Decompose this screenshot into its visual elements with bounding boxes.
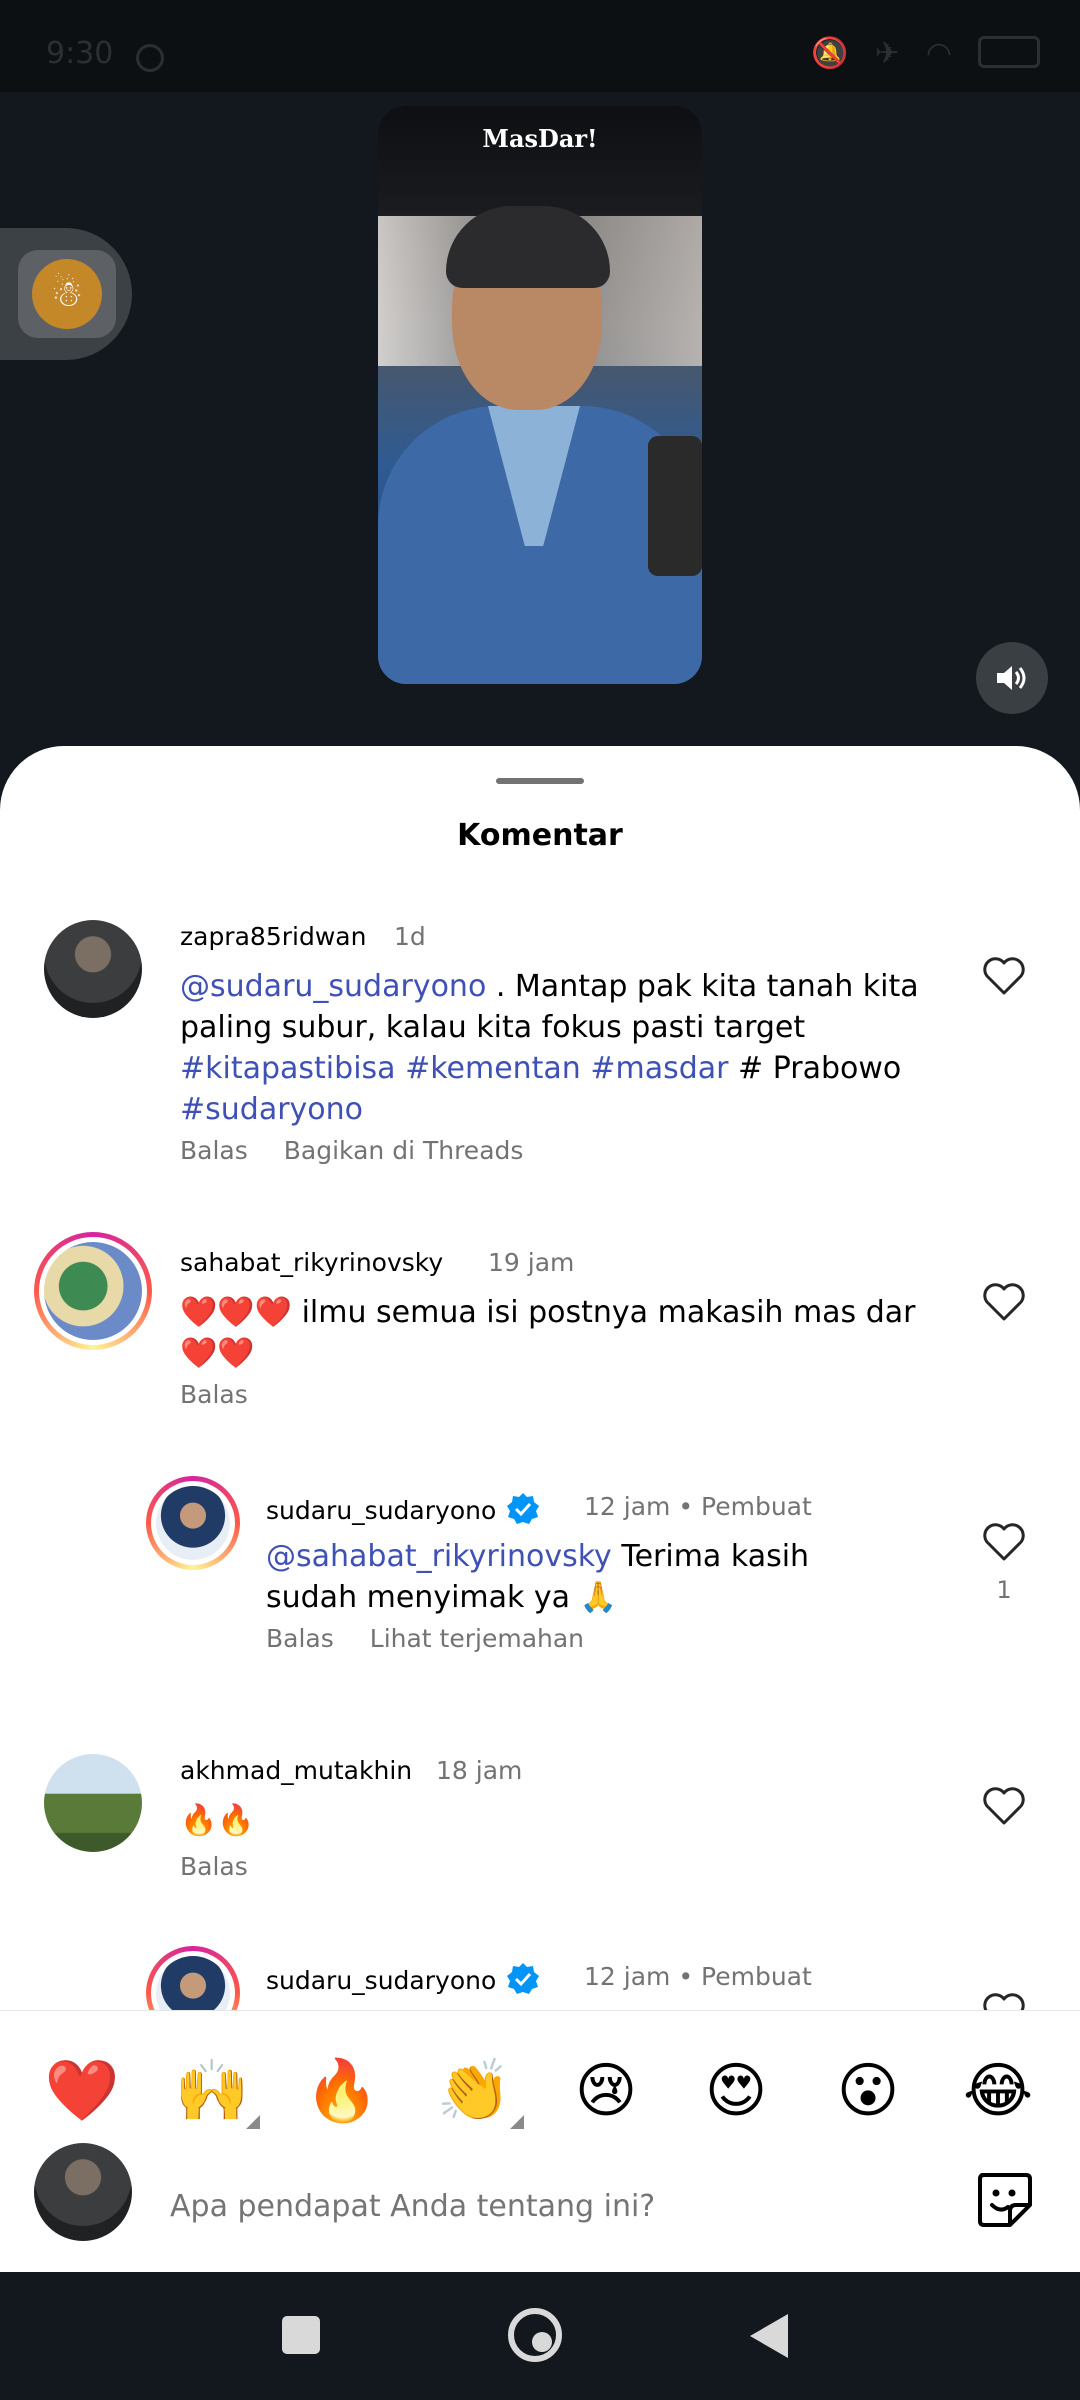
verified-badge-icon xyxy=(507,1963,540,1994)
like-count: 1 xyxy=(996,1576,1012,1604)
comment-text: ❤️❤️❤️ ilmu semua isi postnya makasih ma… xyxy=(180,1295,916,1371)
home-button[interactable] xyxy=(508,2308,562,2362)
status-bar: 9:30 🔕 ✈ ◠ xyxy=(0,0,1080,92)
emoji-raised-hands[interactable]: 🙌 xyxy=(172,2051,252,2131)
heart-icon[interactable] xyxy=(982,956,1026,996)
hashtag-links[interactable]: #kitapastibisa #kementan #masdar xyxy=(180,1051,729,1086)
comment-input[interactable] xyxy=(170,2177,930,2237)
comment-time: 1d xyxy=(394,922,426,951)
recents-button[interactable] xyxy=(282,2316,320,2354)
heart-icon[interactable] xyxy=(982,1786,1026,1826)
comment-actions: Balas Bagikan di Threads xyxy=(180,1136,559,1165)
avatar[interactable] xyxy=(44,1754,142,1852)
comment-actions: Balas Lihat terjemahan xyxy=(266,1624,620,1653)
heart-icon[interactable] xyxy=(982,1282,1026,1322)
emoji-surprised[interactable]: 😮 xyxy=(828,2051,908,2131)
comment-username[interactable]: zapra85ridwan xyxy=(180,922,366,951)
volume-button[interactable] xyxy=(976,642,1048,714)
verified-badge-icon xyxy=(507,1493,540,1524)
emoji-crying[interactable]: 😢 xyxy=(566,2051,646,2131)
video-logo: MasDar! xyxy=(482,124,598,153)
skin-tone-indicator xyxy=(510,2115,524,2129)
notification-icon xyxy=(136,44,164,72)
share-threads-button[interactable]: Bagikan di Threads xyxy=(284,1136,524,1165)
avatar[interactable] xyxy=(34,1232,152,1350)
status-time: 9:30 xyxy=(46,36,114,71)
comment-time: 18 jam xyxy=(436,1756,523,1785)
accessibility-bubble[interactable]: ☃ xyxy=(0,228,132,360)
comment-text: 🔥🔥 xyxy=(180,1803,255,1838)
mention-link[interactable]: @sudaru_sudaryono xyxy=(180,969,486,1004)
speaker-icon xyxy=(997,666,1026,690)
creator-tag: • Pembuat xyxy=(678,1962,812,1991)
back-button[interactable] xyxy=(750,2314,788,2358)
reply-button[interactable]: Balas xyxy=(180,1380,248,1409)
hashtag-link[interactable]: #sudaryono xyxy=(180,1092,363,1127)
avatar[interactable] xyxy=(146,1476,240,1570)
reel-video[interactable]: MasDar! xyxy=(378,106,702,684)
comment-text: @sahabat_rikyrinovsky Terima kasih sudah… xyxy=(266,1539,810,1615)
comment-text: @sudaru_sudaryono . Mantap pak kita tana… xyxy=(180,969,919,1127)
emoji-heart[interactable]: ❤️ xyxy=(42,2051,122,2131)
skin-tone-indicator xyxy=(246,2115,260,2129)
emoji-fire[interactable]: 🔥 xyxy=(302,2051,382,2131)
comment-username[interactable]: sudaru_sudaryono xyxy=(266,1962,540,1996)
comment-username[interactable]: sudaru_sudaryono xyxy=(266,1492,540,1526)
comment-actions: Balas xyxy=(180,1852,284,1881)
drag-handle[interactable] xyxy=(496,778,584,784)
own-avatar xyxy=(34,2143,132,2241)
reply-button[interactable]: Balas xyxy=(180,1852,248,1881)
emoji-clap[interactable]: 👏 xyxy=(434,2051,514,2131)
status-icons: 🔕 ✈ ◠ xyxy=(811,36,1040,71)
emoji-heart-eyes[interactable]: 😍 xyxy=(696,2051,776,2131)
comment-composer: ❤️ 🙌 🔥 👏 😢 😍 😮 😂 xyxy=(0,2010,1080,2273)
sticker-icon[interactable] xyxy=(972,2167,1036,2231)
comment-actions: Balas xyxy=(180,1380,284,1409)
mention-link[interactable]: @sahabat_rikyrinovsky xyxy=(266,1539,612,1574)
accessibility-icon: ☃ xyxy=(32,259,102,329)
sheet-title: Komentar xyxy=(457,818,623,853)
comment-time: 12 jam • Pembuat xyxy=(584,1962,812,1991)
video-area: ☃ MasDar! xyxy=(0,92,1080,752)
reply-button[interactable]: Balas xyxy=(266,1624,334,1653)
wifi-icon: ◠ xyxy=(925,36,952,71)
avatar[interactable] xyxy=(44,920,142,1018)
emoji-laughing[interactable]: 😂 xyxy=(958,2051,1038,2131)
airplane-icon: ✈ xyxy=(874,36,900,71)
heart-icon[interactable] xyxy=(982,1522,1026,1562)
reply-button[interactable]: Balas xyxy=(180,1136,248,1165)
battery-icon xyxy=(978,36,1040,68)
see-translation-button[interactable]: Lihat terjemahan xyxy=(370,1624,584,1653)
comment-time: 12 jam • Pembuat xyxy=(584,1492,812,1521)
navigation-bar xyxy=(0,2272,1080,2400)
comment-username[interactable]: akhmad_mutakhin xyxy=(180,1756,412,1785)
creator-tag: • Pembuat xyxy=(678,1492,812,1521)
comment-time: 19 jam xyxy=(488,1248,575,1277)
mute-icon: 🔕 xyxy=(811,36,849,71)
comment-username[interactable]: sahabat_rikyrinovsky xyxy=(180,1248,443,1277)
